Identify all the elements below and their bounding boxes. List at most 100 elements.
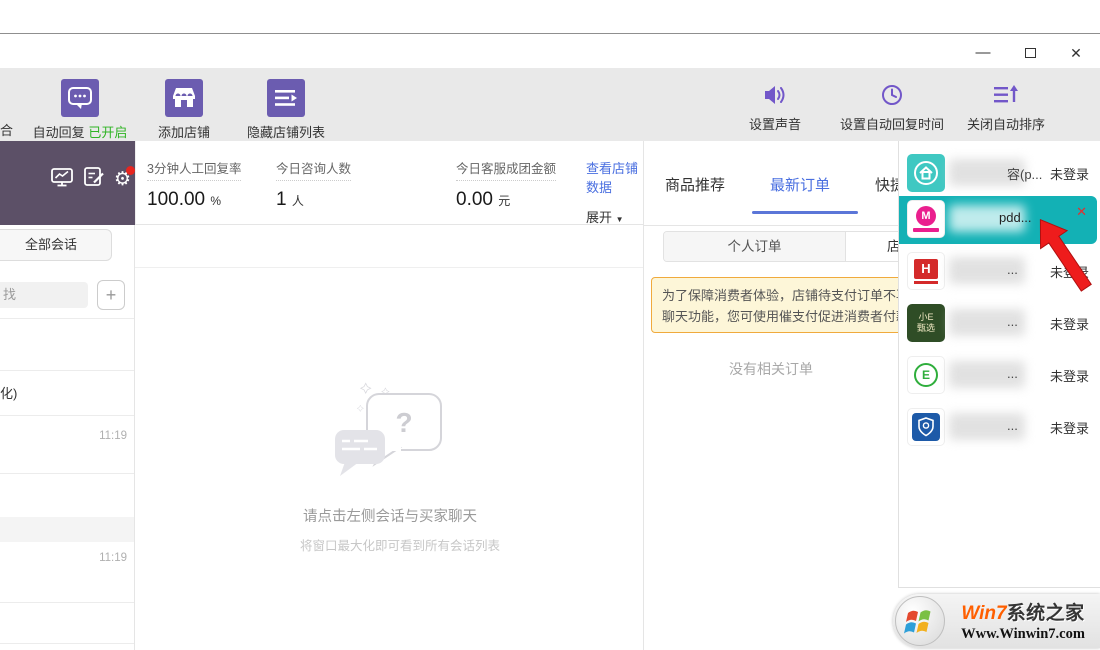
store-login-status: 未登录: [1050, 418, 1089, 437]
minimize-button[interactable]: —: [968, 40, 998, 66]
dark-green-store-icon: 小E 甄选: [907, 304, 945, 342]
settings-gear-icon[interactable]: ⚙: [114, 169, 131, 191]
set-auto-reply-time-label: 设置自动回复时间: [834, 114, 950, 133]
speaker-icon: [742, 83, 808, 107]
store-icon-text-line1: 小E: [907, 312, 945, 323]
hide-store-list-button[interactable]: 隐藏店铺列表: [244, 79, 328, 141]
add-session-button[interactable]: +: [97, 280, 125, 310]
no-orders-text: 没有相关订单: [644, 359, 898, 379]
monitor-stats-icon[interactable]: [50, 165, 74, 194]
tab-latest-orders[interactable]: 最新订单: [770, 174, 830, 195]
conversation-timestamp: 11:19: [99, 430, 127, 442]
store-name-tail: ...: [1007, 418, 1018, 433]
conversation-timestamp: 11:19: [99, 552, 127, 564]
stat-reply-rate-unit: %: [210, 194, 221, 208]
store-name-tail: ...: [1007, 262, 1018, 277]
hide-list-icon: [267, 79, 305, 117]
sidebar-header: ⚙: [0, 141, 135, 225]
chat-header-divider: [135, 267, 643, 268]
store-name-tail: ...: [1007, 314, 1018, 329]
app-window: — ✕ 合 自动回复 已开启: [0, 0, 1100, 650]
chat-bubbles-illustration: ?: [325, 380, 455, 492]
chat-bubble-icon: [61, 79, 99, 117]
list-divider: [0, 602, 134, 603]
add-store-label: 添加店铺: [152, 122, 216, 141]
toolbar: 合 自动回复 已开启 添加店铺: [0, 68, 1100, 141]
stat-reply-rate-value: 100.00: [147, 189, 205, 210]
expand-toggle[interactable]: 展开 ▼: [586, 207, 643, 226]
windows-logo-icon: [895, 596, 945, 646]
auto-reply-status: 已开启: [88, 125, 127, 140]
store-login-status: 未登录: [1050, 164, 1089, 183]
all-sessions-button[interactable]: 全部会话: [0, 229, 112, 261]
maximize-button[interactable]: [1015, 40, 1045, 66]
list-divider: [0, 473, 134, 474]
pink-logo-bar: [913, 228, 939, 232]
clock-icon: [834, 83, 950, 107]
pink-m-store-icon: M: [907, 200, 945, 238]
maximize-icon: [1025, 48, 1036, 58]
storefront-icon: [165, 79, 203, 117]
watermark-site-url: Www.Winwin7.com: [949, 626, 1097, 643]
set-auto-reply-time-button[interactable]: 设置自动回复时间: [834, 83, 950, 133]
close-button[interactable]: ✕: [1061, 40, 1091, 66]
green-e-store-icon: E: [907, 356, 945, 394]
titlebar[interactable]: [0, 34, 1100, 68]
stat-visitors-unit: 人: [292, 194, 304, 208]
green-e-logo: E: [914, 363, 938, 387]
question-mark: ?: [395, 407, 412, 438]
notes-edit-icon[interactable]: [83, 165, 105, 194]
view-store-data-link[interactable]: 查看店铺数据: [586, 158, 643, 196]
red-h-logo: H: [914, 259, 938, 279]
teal-house-store-icon: [907, 154, 945, 192]
notification-dot: [126, 166, 135, 175]
sort-lines-icon: [962, 83, 1050, 107]
pink-m-logo: M: [916, 206, 936, 226]
chat-empty-line1: 请点击左侧会话与买家聊天: [300, 505, 480, 526]
conversation-group-label: 化): [0, 383, 17, 402]
watermark-brand: Win7: [961, 603, 1006, 624]
list-divider: [0, 370, 134, 371]
search-input[interactable]: 找: [0, 282, 88, 308]
stat-amount-label: 今日客服成团金额: [456, 158, 556, 181]
winwin7-watermark: Win7系统之家 Www.Winwin7.com: [893, 594, 1100, 648]
stat-amount-value: 0.00: [456, 189, 493, 210]
add-store-button[interactable]: 添加店铺: [152, 79, 216, 141]
conversation-list: 全部会话 找 + 化) 11:19 11:19: [0, 225, 135, 650]
store-row[interactable]: 容(p... 未登录: [899, 150, 1097, 196]
set-sound-label: 设置声音: [742, 114, 808, 133]
close-auto-sort-label: 关闭自动排序: [962, 114, 1050, 133]
store-icon-text-line2: 甄选: [907, 323, 945, 334]
auto-reply-button[interactable]: 自动回复 已开启: [28, 79, 132, 141]
tab-product-recommend[interactable]: 商品推荐: [665, 174, 725, 195]
store-login-status: 未登录: [1050, 366, 1089, 385]
stat-visitors: 今日咨询人数 1 人: [276, 158, 351, 211]
set-sound-button[interactable]: 设置声音: [742, 83, 808, 133]
stat-visitors-label: 今日咨询人数: [276, 158, 351, 181]
auto-reply-label: 自动回复: [33, 125, 85, 140]
chat-empty-state: ? 请点击左侧会话与买家聊天 将窗口最大化即可看到所有会话列表: [300, 380, 480, 554]
store-list-panel: 容(p... 未登录 M pdd... ✕ H ... 未登录 小E 甄选: [898, 141, 1100, 588]
store-row[interactable]: ... 未登录: [899, 404, 1097, 450]
store-row[interactable]: E ... 未登录: [899, 352, 1097, 398]
list-divider: [0, 643, 134, 644]
close-auto-sort-button[interactable]: 关闭自动排序: [962, 83, 1050, 133]
conversation-row-highlight[interactable]: [0, 517, 134, 542]
stat-amount-unit: 元: [498, 194, 510, 208]
store-name-tail: ...: [1007, 366, 1018, 381]
toggle-personal-orders[interactable]: 个人订单: [664, 232, 846, 261]
watermark-brand-suffix: 系统之家: [1007, 603, 1085, 624]
stat-amount: 今日客服成团金额 0.00 元: [456, 158, 556, 211]
expand-label: 展开: [586, 210, 612, 225]
toolbar-partial-label: 合: [0, 120, 13, 139]
red-arrow-annotation: [1024, 218, 1094, 308]
store-name-tail: 容(p...: [1007, 164, 1042, 183]
stat-reply-rate-label: 3分钟人工回复率: [147, 158, 241, 181]
red-logo-bar: [914, 281, 938, 284]
list-divider: [0, 318, 134, 319]
active-tab-underline: [752, 211, 858, 214]
stat-links: 查看店铺数据 展开 ▼: [586, 158, 643, 226]
blue-shield-store-icon: [907, 408, 945, 446]
chat-empty-line2: 将窗口最大化即可看到所有会话列表: [300, 535, 480, 554]
store-login-status: 未登录: [1050, 314, 1089, 333]
